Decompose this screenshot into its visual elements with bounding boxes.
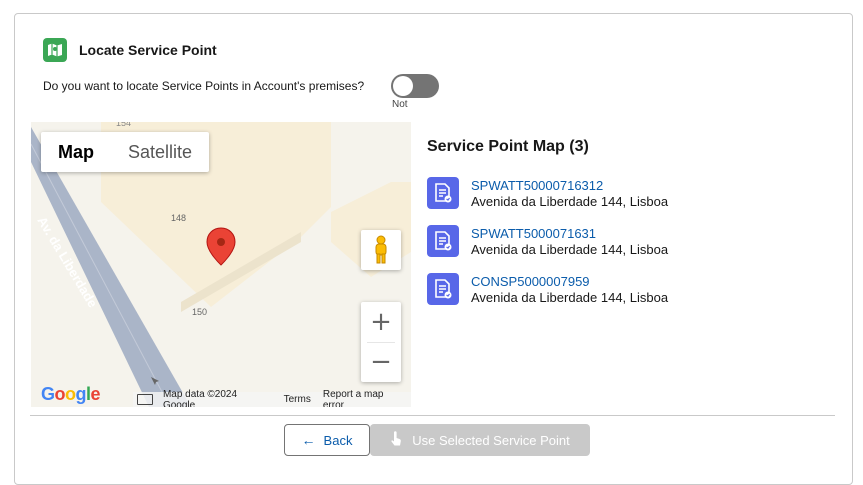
service-point-map-title: Service Point Map (3)	[427, 138, 589, 155]
building-number: 150	[192, 307, 207, 317]
service-point-icon	[427, 225, 459, 257]
service-point-link[interactable]: SPWATT5000071631	[471, 226, 668, 242]
zoom-in-button[interactable]: +	[361, 302, 401, 342]
service-point-icon	[427, 273, 459, 305]
service-point-address: Avenida da Liberdade 144, Lisboa	[471, 290, 669, 305]
list-item: CONSP5000007959 Avenida da Liberdade 144…	[427, 273, 837, 321]
arrow-left-icon: ←	[301, 432, 316, 448]
map-data-attribution: Map data ©2024 Google	[162, 388, 238, 408]
zoom-out-button[interactable]: −	[361, 342, 401, 382]
service-point-address: Avenida da Liberdade 144, Lisboa	[471, 242, 669, 257]
zoom-control: + −	[361, 302, 401, 382]
card-header: Locate Service Point	[43, 38, 217, 62]
service-point-link[interactable]: CONSP5000007959	[471, 274, 668, 290]
google-map[interactable]: Av. da Liberdade 154 148 150 Map Satelli…	[31, 122, 411, 407]
premises-question-label: Do you want to locate Service Points in …	[43, 79, 365, 93]
page-title: Locate Service Point	[79, 42, 217, 58]
service-point-link[interactable]: SPWATT50000716312	[471, 178, 668, 194]
use-selected-label: Use Selected Service Point	[412, 432, 570, 448]
google-logo[interactable]: Google	[41, 384, 101, 405]
service-point-icon	[427, 177, 459, 209]
toggle-knob	[393, 76, 413, 96]
premises-toggle[interactable]	[391, 74, 439, 98]
map-attribution-bar: Map data ©2024 Google Terms Report a map…	[133, 388, 411, 408]
building-number: 154	[116, 122, 131, 128]
map-type-map-button[interactable]: Map	[41, 132, 111, 172]
list-item: SPWATT50000716312 Avenida da Liberdade 1…	[427, 177, 837, 225]
back-button-label: Back	[323, 432, 353, 448]
toggle-state-label: Not	[392, 99, 408, 110]
service-point-address: Avenida da Liberdade 144, Lisboa	[471, 194, 669, 209]
pegman-icon	[375, 235, 387, 264]
touch-icon	[390, 430, 402, 450]
service-point-list: SPWATT50000716312 Avenida da Liberdade 1…	[427, 177, 837, 321]
keyboard-shortcuts-icon[interactable]	[137, 394, 153, 405]
street-view-pegman-button[interactable]	[361, 230, 401, 270]
map-icon	[43, 38, 67, 62]
footer-divider	[30, 415, 835, 416]
report-map-error-link[interactable]: Report a map error	[323, 389, 407, 408]
map-terms-link[interactable]: Terms	[284, 394, 311, 405]
use-selected-service-point-button[interactable]: Use Selected Service Point	[370, 424, 590, 456]
service-point-panel: Service Point Map (3) SPWATT50000716312 …	[427, 138, 837, 321]
building-number: 148	[171, 213, 186, 223]
back-button[interactable]: ← Back	[284, 424, 370, 456]
list-item: SPWATT5000071631 Avenida da Liberdade 14…	[427, 225, 837, 273]
map-type-satellite-button[interactable]: Satellite	[111, 132, 209, 172]
map-type-control: Map Satellite	[41, 132, 209, 172]
